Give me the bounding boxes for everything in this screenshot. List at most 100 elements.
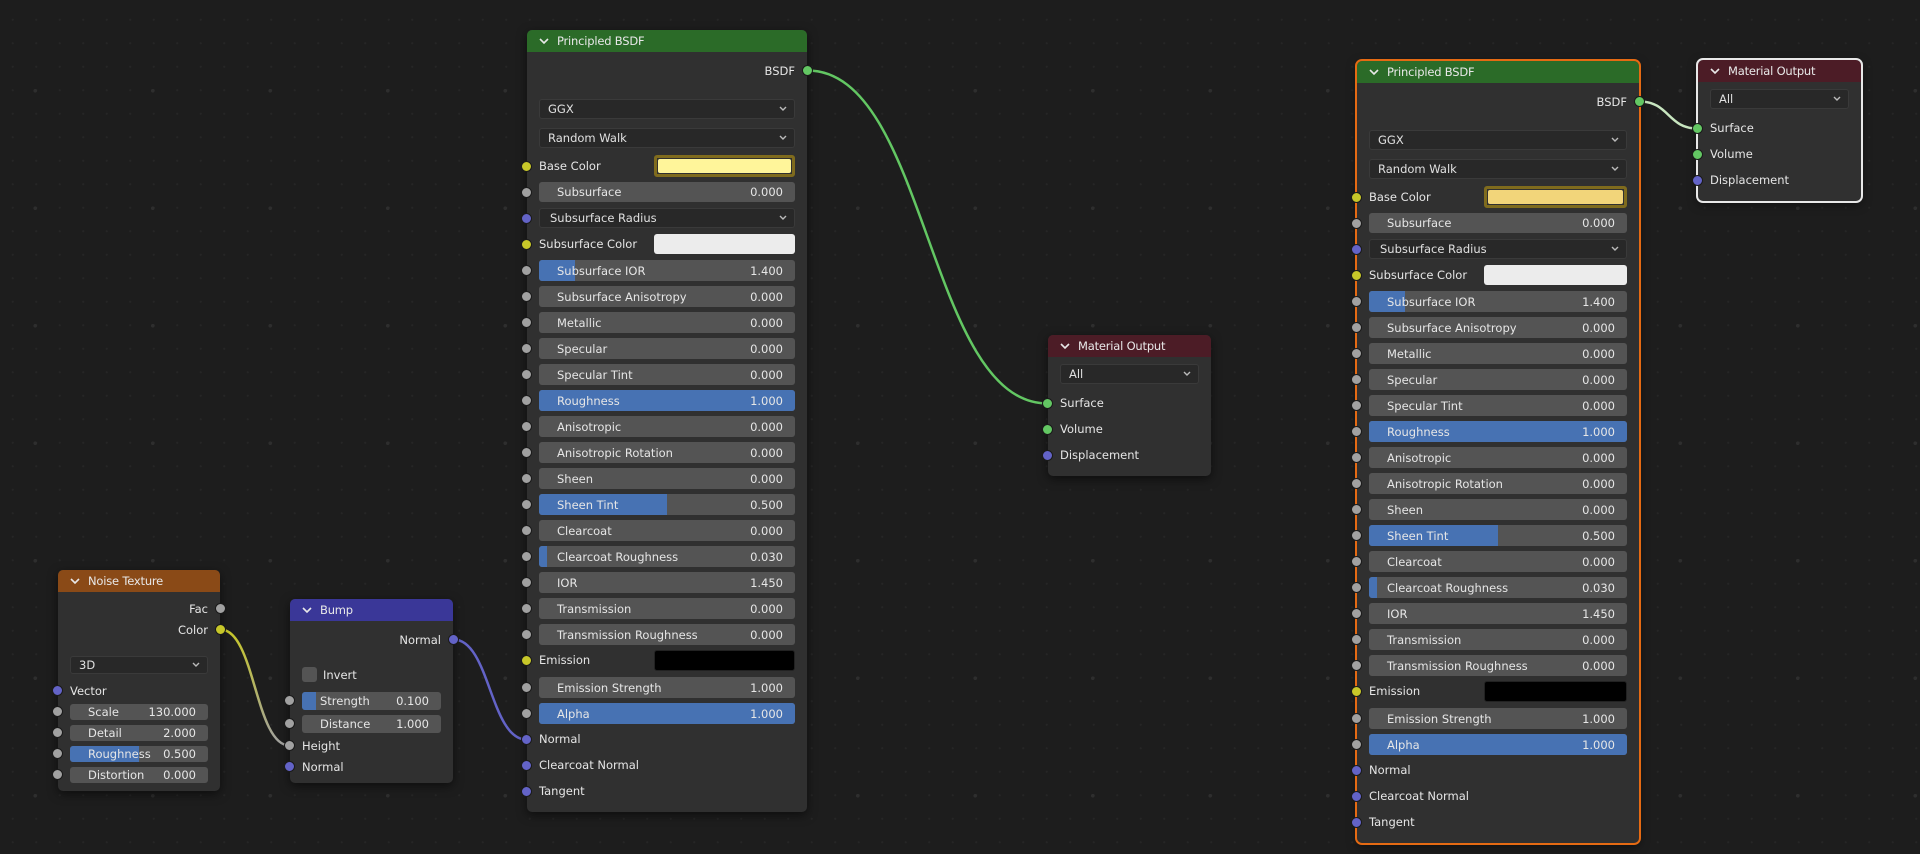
subsurface-radius-dropdown[interactable]: Subsurface Radius <box>539 208 795 228</box>
anisotropic-rotation-slider[interactable]: Anisotropic Rotation 0.000 <box>1369 473 1627 494</box>
socket-ior[interactable] <box>1351 608 1362 619</box>
socket-emission[interactable] <box>1351 686 1362 697</box>
node-header[interactable]: Noise Texture <box>58 570 220 592</box>
socket-bsdf[interactable] <box>802 65 813 76</box>
socket-subsurface-anisotropy[interactable] <box>1351 322 1362 333</box>
socket-displacement[interactable] <box>1042 450 1053 461</box>
socket-alpha[interactable] <box>1351 739 1362 750</box>
collapse-chevron-icon[interactable] <box>1708 65 1722 77</box>
emission-color-swatch[interactable] <box>654 650 795 671</box>
dimensions-dropdown[interactable]: 3D <box>70 656 208 674</box>
socket-roughness[interactable] <box>1351 426 1362 437</box>
distance-slider[interactable]: Distance 1.000 <box>302 715 441 733</box>
alpha-slider[interactable]: Alpha 1.000 <box>1369 734 1627 755</box>
socket-subsurface-color[interactable] <box>1351 270 1362 281</box>
socket-subsurface-color[interactable] <box>521 239 532 250</box>
principled-bsdf-node-selected[interactable]: Principled BSDF BSDF GGX Random Walk Bas… <box>1351 59 1645 845</box>
socket-scale[interactable] <box>52 706 63 717</box>
ior-slider[interactable]: IOR 1.450 <box>1369 603 1627 624</box>
socket-clearcoat-roughness[interactable] <box>1351 582 1362 593</box>
socket-roughness[interactable] <box>52 748 63 759</box>
socket-specular-tint[interactable] <box>521 369 532 380</box>
invert-checkbox[interactable] <box>302 667 317 682</box>
socket-bsdf[interactable] <box>1634 96 1645 107</box>
socket-strength[interactable] <box>284 695 295 706</box>
clearcoat-slider[interactable]: Clearcoat 0.000 <box>539 520 795 541</box>
socket-normal[interactable] <box>1351 765 1362 776</box>
socket-emission[interactable] <box>521 655 532 666</box>
socket-subsurface[interactable] <box>1351 218 1362 229</box>
socket-base-color[interactable] <box>521 161 532 172</box>
socket-clearcoat-normal[interactable] <box>521 760 532 771</box>
roughness-slider[interactable]: Roughness 1.000 <box>539 390 795 411</box>
roughness-slider[interactable]: Roughness 0.500 <box>70 746 208 762</box>
socket-anisotropic[interactable] <box>1351 452 1362 463</box>
subsurface-anisotropy-slider[interactable]: Subsurface Anisotropy 0.000 <box>539 286 795 307</box>
socket-ior[interactable] <box>521 577 532 588</box>
socket-specular[interactable] <box>521 343 532 354</box>
socket-color[interactable] <box>215 624 226 635</box>
sheen-slider[interactable]: Sheen 0.000 <box>539 468 795 489</box>
subsurface-method-dropdown[interactable]: Random Walk <box>539 128 795 148</box>
distribution-dropdown[interactable]: GGX <box>1369 130 1627 150</box>
collapse-chevron-icon[interactable] <box>1058 340 1072 352</box>
socket-normal-out[interactable] <box>448 634 459 645</box>
subsurface-color-swatch[interactable] <box>654 234 795 254</box>
socket-sheen-tint[interactable] <box>1351 530 1362 541</box>
subsurface-field[interactable]: Subsurface 0.000 <box>539 182 795 202</box>
principled-bsdf-node[interactable]: Principled BSDF BSDF GGX Random Walk Bas… <box>521 30 813 812</box>
socket-subsurface-ior[interactable] <box>1351 296 1362 307</box>
subsurface-anisotropy-slider[interactable]: Subsurface Anisotropy 0.000 <box>1369 317 1627 338</box>
socket-normal[interactable] <box>521 734 532 745</box>
socket-anisotropic-rotation[interactable] <box>521 447 532 458</box>
socket-subsurface[interactable] <box>521 187 532 198</box>
sheen-slider[interactable]: Sheen 0.000 <box>1369 499 1627 520</box>
detail-slider[interactable]: Detail 2.000 <box>70 725 208 741</box>
specular-slider[interactable]: Specular 0.000 <box>1369 369 1627 390</box>
socket-transmission-roughness[interactable] <box>1351 660 1362 671</box>
socket-distance[interactable] <box>284 718 295 729</box>
socket-sheen[interactable] <box>521 473 532 484</box>
specular-tint-slider[interactable]: Specular Tint 0.000 <box>539 364 795 385</box>
socket-metallic[interactable] <box>1351 348 1362 359</box>
socket-transmission[interactable] <box>1351 634 1362 645</box>
collapse-chevron-icon[interactable] <box>300 604 314 616</box>
socket-volume[interactable] <box>1042 424 1053 435</box>
subsurface-ior-slider[interactable]: Subsurface IOR 1.400 <box>539 260 795 281</box>
node-header[interactable]: Material Output <box>1048 335 1211 357</box>
subsurface-field[interactable]: Subsurface 0.000 <box>1369 213 1627 233</box>
material-output-node-active[interactable]: Material Output All Surface Volume Displ… <box>1692 58 1863 203</box>
sheen-tint-slider[interactable]: Sheen Tint 0.500 <box>1369 525 1627 546</box>
socket-clearcoat-normal[interactable] <box>1351 791 1362 802</box>
socket-detail[interactable] <box>52 727 63 738</box>
socket-specular[interactable] <box>1351 374 1362 385</box>
transmission-slider[interactable]: Transmission 0.000 <box>1369 629 1627 650</box>
metallic-slider[interactable]: Metallic 0.000 <box>1369 343 1627 364</box>
socket-sheen[interactable] <box>1351 504 1362 515</box>
anisotropic-rotation-slider[interactable]: Anisotropic Rotation 0.000 <box>539 442 795 463</box>
socket-subsurface-radius[interactable] <box>521 213 532 224</box>
emission-strength-slider[interactable]: Emission Strength 1.000 <box>1369 708 1627 729</box>
target-dropdown[interactable]: All <box>1710 89 1849 109</box>
clearcoat-slider[interactable]: Clearcoat 0.000 <box>1369 551 1627 572</box>
socket-fac[interactable] <box>215 603 226 614</box>
socket-transmission-roughness[interactable] <box>521 629 532 640</box>
socket-subsurface-radius[interactable] <box>1351 244 1362 255</box>
socket-transmission[interactable] <box>521 603 532 614</box>
node-header[interactable]: Bump <box>290 599 453 621</box>
alpha-slider[interactable]: Alpha 1.000 <box>539 703 795 724</box>
node-header[interactable]: Principled BSDF <box>1357 61 1639 83</box>
socket-distortion[interactable] <box>52 769 63 780</box>
collapse-chevron-icon[interactable] <box>68 575 82 587</box>
roughness-slider[interactable]: Roughness 1.000 <box>1369 421 1627 442</box>
socket-sheen-tint[interactable] <box>521 499 532 510</box>
anisotropic-slider[interactable]: Anisotropic 0.000 <box>539 416 795 437</box>
base-color-swatch[interactable] <box>1484 186 1627 208</box>
socket-subsurface-anisotropy[interactable] <box>521 291 532 302</box>
socket-anisotropic[interactable] <box>521 421 532 432</box>
ior-slider[interactable]: IOR 1.450 <box>539 572 795 593</box>
metallic-slider[interactable]: Metallic 0.000 <box>539 312 795 333</box>
distortion-slider[interactable]: Distortion 0.000 <box>70 767 208 783</box>
transmission-roughness-slider[interactable]: Transmission Roughness 0.000 <box>1369 655 1627 676</box>
socket-roughness[interactable] <box>521 395 532 406</box>
